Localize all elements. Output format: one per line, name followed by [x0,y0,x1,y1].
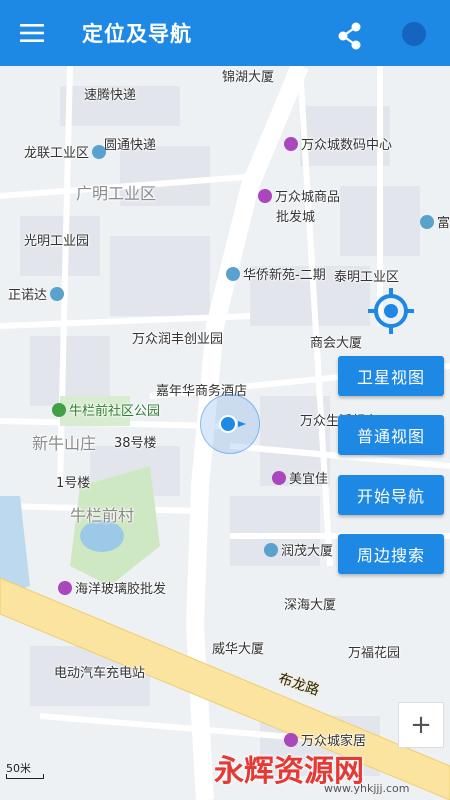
crosshair-icon[interactable] [366,286,416,336]
map-label[interactable]: 美宜佳 [272,468,328,487]
building-pin-icon [92,145,107,159]
location-arrow-icon [219,415,246,433]
map-label[interactable]: 速腾快递 [84,84,136,103]
map-label[interactable]: 深海大厦 [284,594,336,613]
map-label[interactable]: 锦湖大厦 [222,66,274,85]
shopping-pin-icon [284,137,298,151]
map-label[interactable]: 龙联工业区 [24,142,109,161]
satellite-view-button[interactable]: 卫星视图 [338,356,444,396]
building-pin-icon [420,215,434,229]
zoom-in-button[interactable]: + [398,702,444,748]
map-label[interactable]: 威华大厦 [212,638,264,657]
shopping-pin-icon [258,189,272,203]
map-label[interactable]: 1号楼 [56,472,90,491]
normal-view-button[interactable]: 普通视图 [338,415,444,455]
building-pin-icon [226,267,240,281]
map-label[interactable]: 牛栏前村 [70,502,134,526]
app-bar: 定位及导航 [0,0,450,66]
map-label[interactable]: 牛栏前社区公园 [52,400,160,419]
nearby-search-button[interactable]: 周边搜索 [338,534,444,574]
start-navigation-button[interactable]: 开始导航 [338,475,444,515]
map-label[interactable]: 圆通快递 [104,134,156,153]
map-label[interactable]: 新牛山庄 [32,430,96,454]
map-label[interactable]: 38号楼 [114,432,157,451]
watermark-url: www.yhkjjj.com [324,782,410,795]
map-label[interactable]: 华侨新苑-二期 [226,264,326,283]
watermark: 永辉资源网 www.yhkjjj.com [214,738,410,798]
map-label[interactable]: 万福花园 [348,642,400,661]
map-label[interactable]: 万众润丰创业园 [132,328,223,347]
map-label[interactable]: 泰明工业区 [334,266,399,285]
shopping-pin-icon [58,581,72,595]
map-label[interactable]: 万众城数码中心 [284,134,392,153]
share-icon[interactable] [334,20,366,52]
map-label[interactable]: 电动汽车充电站 [54,662,145,681]
map-label[interactable]: 海洋玻璃胶批发 [58,578,166,597]
park-pin-icon [52,403,66,417]
map-label[interactable]: 正诺达 [8,284,67,303]
loading-indicator [402,22,426,46]
page-title: 定位及导航 [82,22,192,46]
map-label[interactable]: 广明工业区 [76,180,156,204]
map-label[interactable]: 万众城商品 [258,186,340,205]
map-label[interactable]: 光明工业园 [24,230,89,249]
scale-bar [6,774,44,779]
map-label[interactable]: 润茂大厦 [264,540,333,559]
building-pin-icon [50,287,65,301]
menu-button[interactable] [0,0,64,66]
building-pin-icon [264,543,278,557]
menu-icon [20,24,44,42]
map-label[interactable]: 富华 [420,212,450,231]
map-label[interactable]: 批发城 [276,206,315,225]
map-label[interactable]: 商会大厦 [310,332,362,351]
shopping-pin-icon [272,471,286,485]
current-location-marker [200,394,260,454]
